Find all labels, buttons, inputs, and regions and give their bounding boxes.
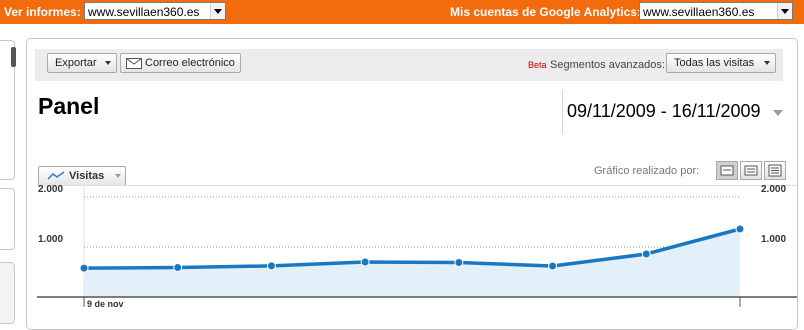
day-view-icon (720, 165, 734, 176)
line-chart-icon (47, 171, 65, 180)
accounts-value: www.sevillaen360.es (643, 5, 755, 19)
month-view-icon (768, 164, 782, 177)
sidebar-panel (0, 40, 16, 180)
sidebar-box (0, 188, 15, 250)
view-reports-select[interactable]: www.sevillaen360.es (84, 2, 226, 20)
accounts-label: Mis cuentas de Google Analytics: (450, 5, 641, 19)
toolbar: Exportar Correo electrónico Beta Segment… (35, 49, 783, 81)
date-range-text: 09/11/2009 - 16/11/2009 (567, 101, 761, 121)
chevron-down-icon (115, 174, 121, 178)
y-tick-label-right: 2.000 (761, 185, 786, 195)
data-point (548, 261, 558, 271)
visits-chart: 1.000 1.000 2.000 2.000 9 de nov (37, 185, 797, 309)
beta-badge: Beta (528, 60, 547, 70)
view-reports-value: www.sevillaen360.es (88, 5, 200, 19)
graph-by-label: Gráfico realizado por: (594, 165, 700, 177)
graph-by-week-button[interactable] (740, 161, 762, 180)
export-label: Exportar (55, 57, 97, 69)
export-button[interactable]: Exportar (47, 53, 117, 73)
y-tick-label-left: 2.000 (38, 185, 63, 195)
graph-by-month-button[interactable] (764, 161, 786, 180)
chevron-down-icon (105, 61, 111, 65)
top-bar: Ver informes: www.sevillaen360.es Mis cu… (0, 0, 804, 24)
sidebar-box (0, 262, 15, 324)
date-range-picker[interactable]: 09/11/2009 - 16/11/2009 (562, 90, 789, 134)
y-tick-label-left: 1.000 (38, 234, 63, 245)
chevron-down-icon (764, 61, 770, 65)
data-point (360, 257, 370, 267)
data-point (173, 263, 183, 272)
segments-value: Todas las visitas (674, 57, 755, 69)
envelope-icon (126, 58, 142, 69)
view-reports-label: Ver informes: (4, 5, 81, 19)
week-view-icon (744, 165, 758, 176)
accounts-select[interactable]: www.sevillaen360.es (639, 2, 793, 20)
data-point (454, 258, 464, 267)
sidebar-scroll-handle[interactable] (11, 47, 16, 67)
email-label: Correo electrónico (145, 57, 235, 69)
metric-label: Visitas (69, 170, 105, 182)
data-point (266, 261, 276, 271)
data-point (79, 263, 89, 273)
data-point (735, 224, 745, 234)
y-tick-label-right: 1.000 (761, 234, 786, 245)
dashboard-panel: Exportar Correo electrónico Beta Segment… (26, 38, 798, 330)
email-button[interactable]: Correo electrónico (120, 53, 241, 73)
chevron-down-icon (777, 3, 792, 19)
chevron-down-icon (773, 110, 783, 116)
x-tick-label: 9 de nov (87, 299, 124, 309)
graph-by-day-button[interactable] (716, 161, 738, 180)
segments-label: Segmentos avanzados: (550, 59, 665, 71)
chevron-down-icon (210, 3, 225, 19)
page-title: Panel (38, 93, 100, 119)
metric-select[interactable]: Visitas (38, 166, 126, 185)
data-point (641, 249, 651, 259)
segments-select[interactable]: Todas las visitas (666, 53, 776, 73)
